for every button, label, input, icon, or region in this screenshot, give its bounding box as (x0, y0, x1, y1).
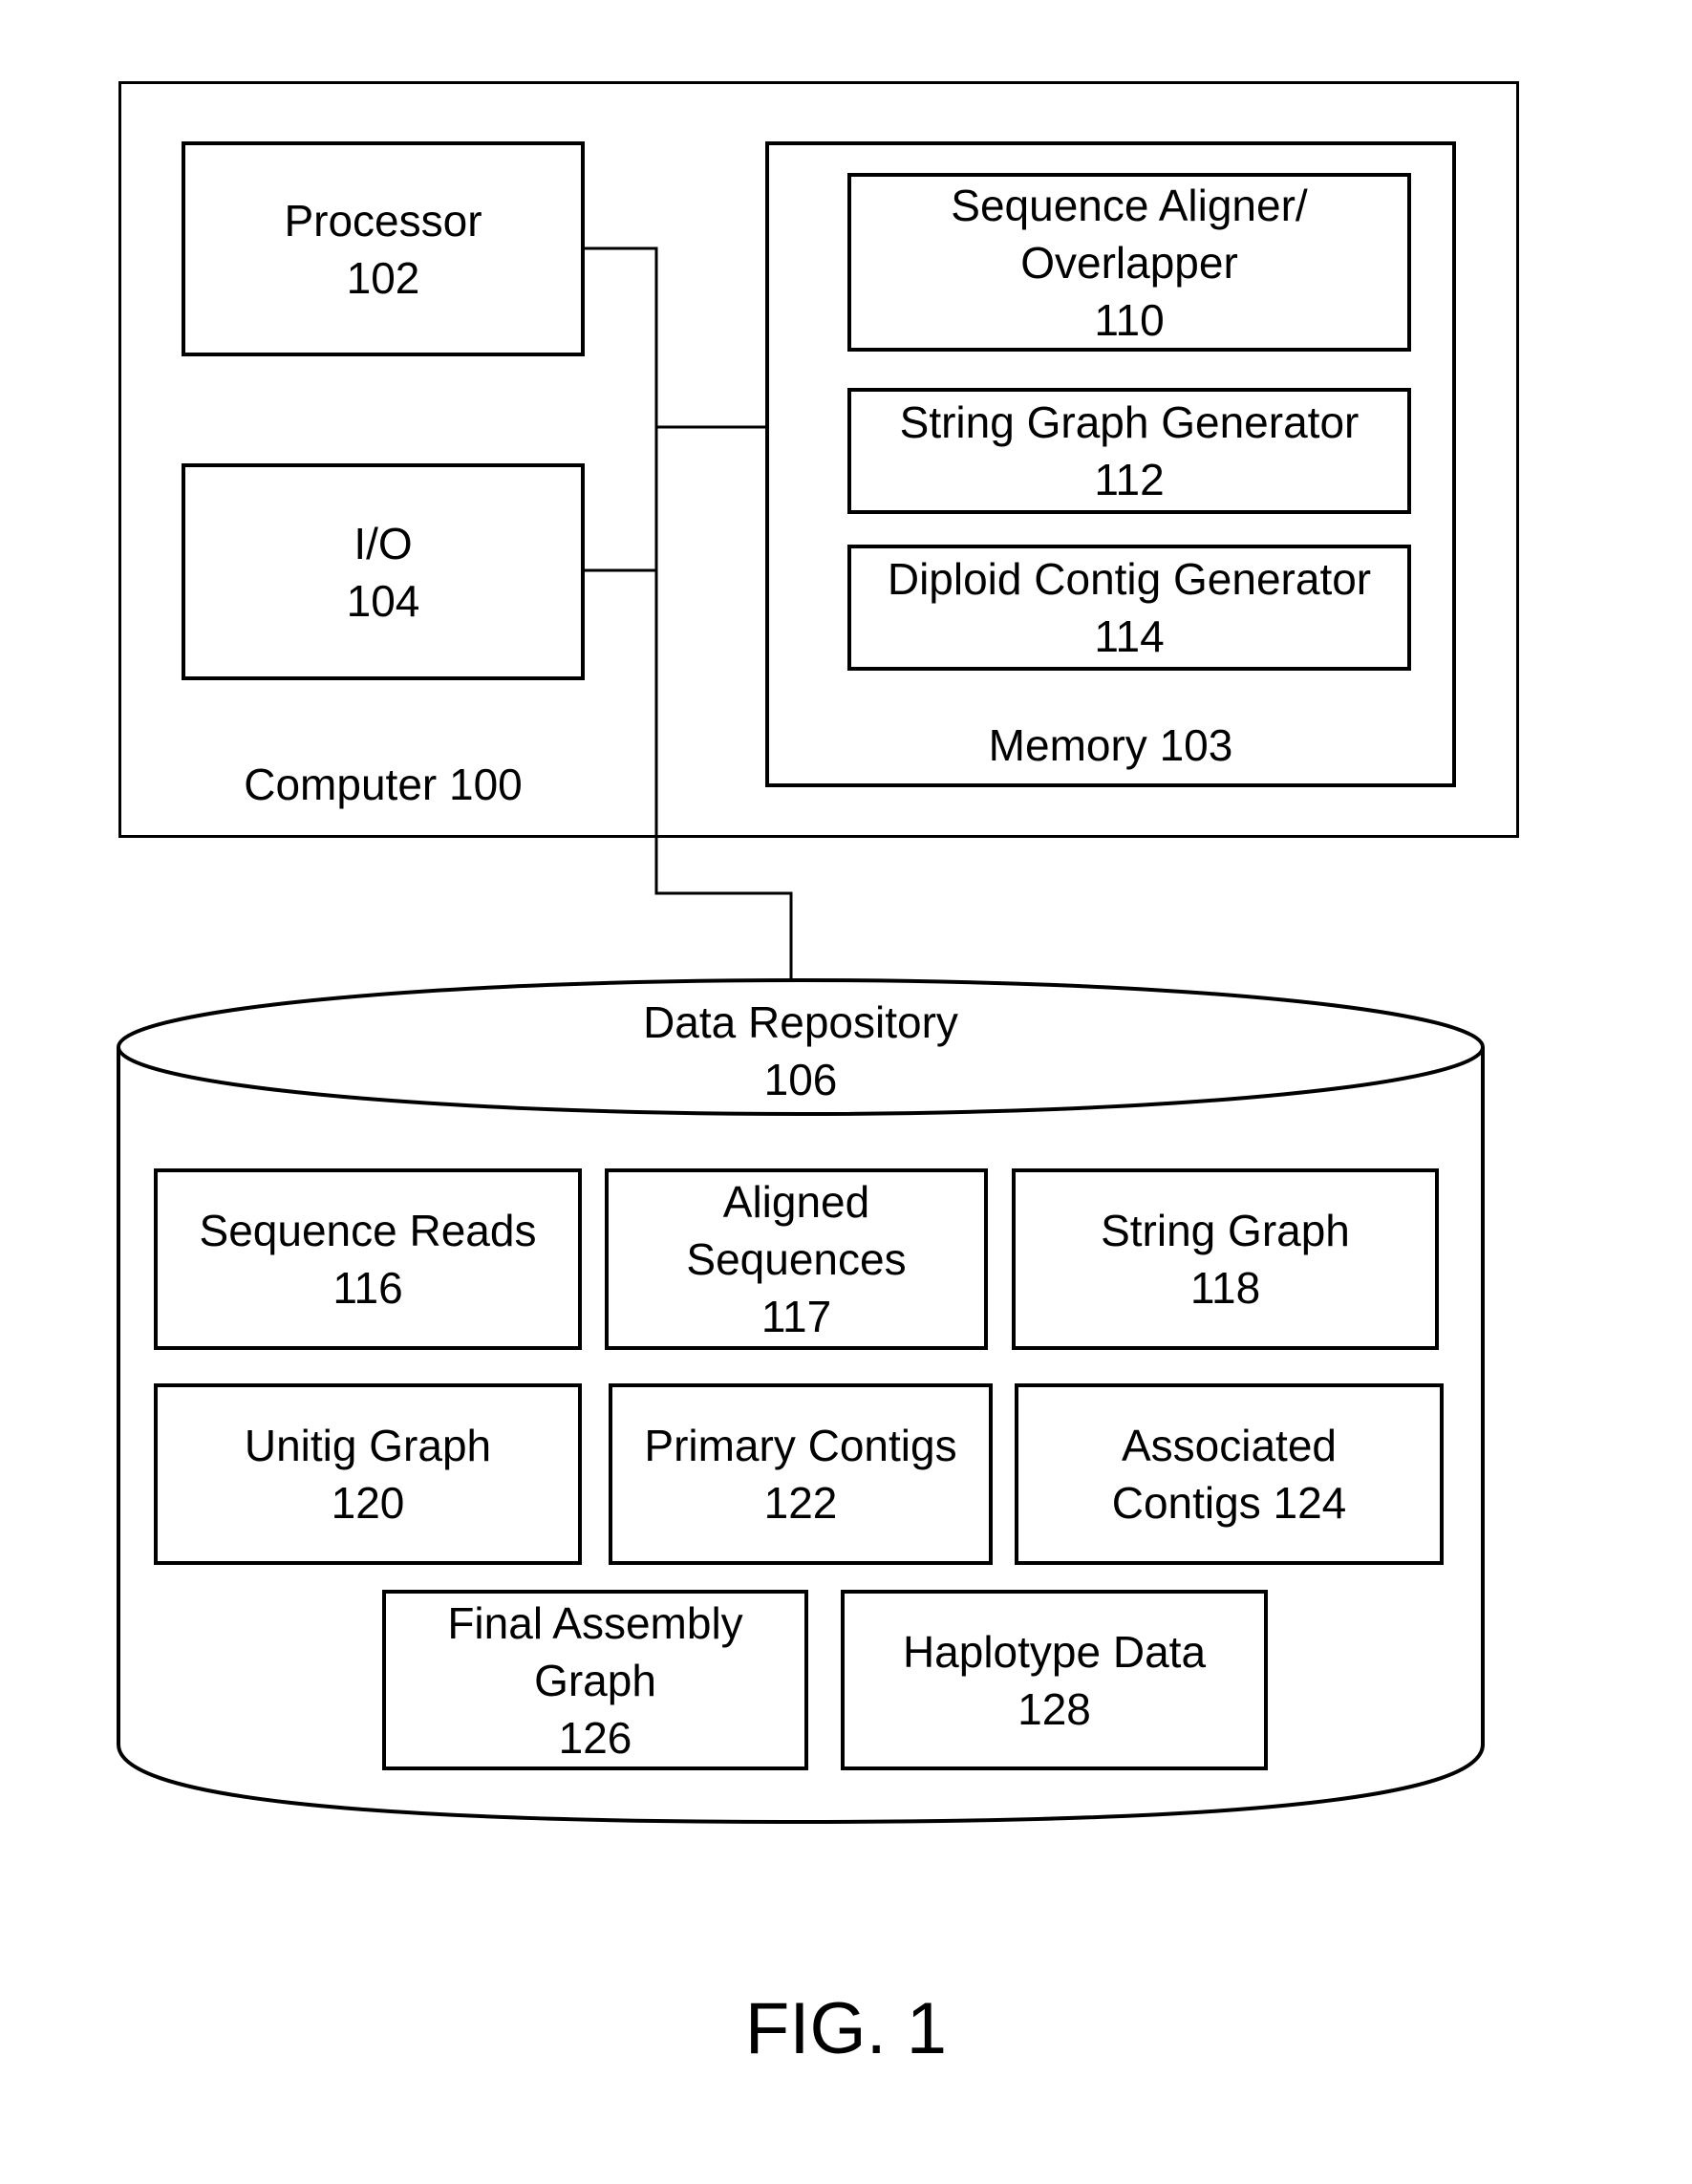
item-line: Sequences (686, 1234, 907, 1284)
item-line: 120 (331, 1478, 405, 1528)
diploid-contig-generator-box: Diploid Contig Generator 114 (847, 545, 1411, 671)
item-line: Sequence Reads (199, 1206, 537, 1255)
repository-ref: 106 (763, 1055, 838, 1104)
processor-name: Processor (284, 195, 482, 246)
item-line: Unitig Graph (244, 1421, 492, 1470)
module-ref: 110 (1094, 294, 1165, 345)
repo-item-unitig-graph: Unitig Graph 120 (154, 1383, 582, 1565)
item-line: 128 (1017, 1683, 1091, 1734)
item-line: 126 (558, 1712, 632, 1763)
item-line: Contigs 124 (1111, 1478, 1347, 1528)
repository-name: Data Repository (643, 997, 958, 1047)
item-line: 122 (763, 1478, 838, 1528)
item-line: Haplotype Data (902, 1626, 1207, 1677)
item-line: 116 (332, 1263, 403, 1313)
io-ref: 104 (346, 575, 420, 626)
io-name: I/O (353, 518, 413, 568)
repo-item-associated-contigs: Associated Contigs 124 (1015, 1383, 1444, 1565)
item-line: Associated (1121, 1421, 1337, 1470)
item-line: String Graph (1101, 1206, 1350, 1255)
item-line: Aligned (722, 1177, 870, 1227)
item-line: Primary Contigs (644, 1421, 957, 1470)
item-line: 118 (1189, 1263, 1261, 1313)
repository-title: Data Repository 106 (118, 994, 1483, 1108)
module-ref: 114 (1094, 611, 1165, 661)
repo-item-haplotype-data: Haplotype Data 128 (841, 1590, 1268, 1770)
item-line: 117 (760, 1292, 832, 1341)
sequence-aligner-box: Sequence Aligner/ Overlapper 110 (847, 173, 1411, 352)
module-line: Sequence Aligner/ (951, 180, 1308, 230)
repo-item-string-graph: String Graph 118 (1012, 1168, 1439, 1350)
module-line: Overlapper (1020, 237, 1238, 288)
repo-item-aligned-sequences: Aligned Sequences 117 (605, 1168, 988, 1350)
module-ref: 112 (1094, 455, 1165, 504)
memory-label: Memory 103 (988, 720, 1233, 770)
repo-item-final-assembly-graph: Final Assembly Graph 126 (382, 1590, 808, 1770)
processor-box: Processor 102 (182, 141, 585, 356)
item-line: Graph (534, 1655, 656, 1705)
module-line: String Graph Generator (899, 397, 1360, 447)
figure-label: FIG. 1 (744, 1988, 948, 2069)
processor-ref: 102 (346, 252, 420, 303)
computer-label: Computer 100 (244, 760, 523, 809)
module-line: Diploid Contig Generator (887, 554, 1372, 604)
repo-item-primary-contigs: Primary Contigs 122 (609, 1383, 993, 1565)
string-graph-generator-box: String Graph Generator 112 (847, 388, 1411, 514)
repo-item-sequence-reads: Sequence Reads 116 (154, 1168, 582, 1350)
item-line: Final Assembly (447, 1597, 743, 1648)
io-box: I/O 104 (182, 463, 585, 680)
